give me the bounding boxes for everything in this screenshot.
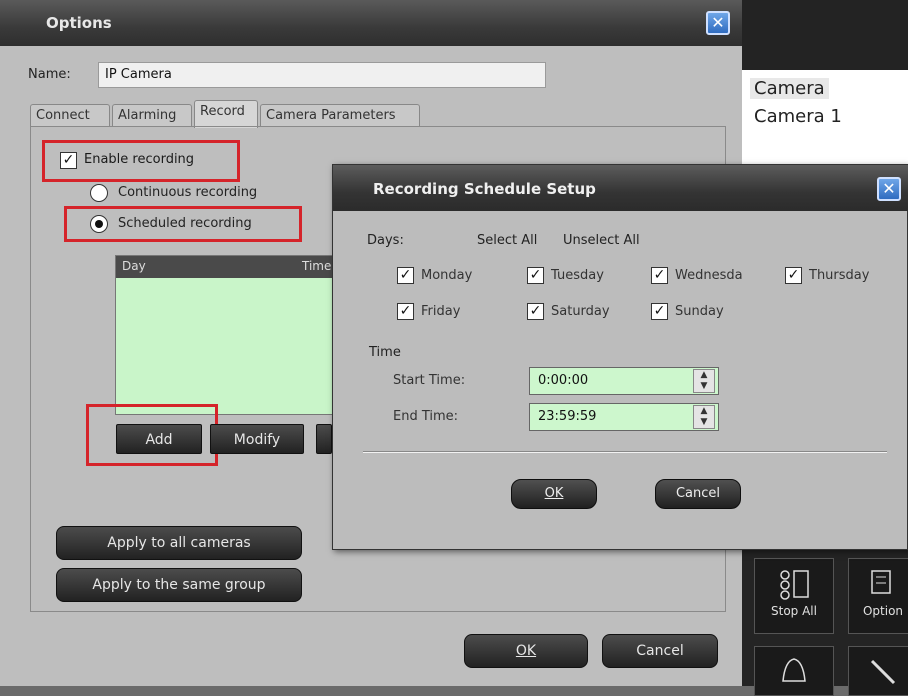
saturday-checkbox[interactable]: ✓ [527,303,544,320]
delete-button[interactable] [316,424,332,454]
wednesday-label: Wednesda [675,268,743,283]
tab-connect[interactable]: Connect [30,104,110,126]
saturday-label: Saturday [551,304,610,319]
end-time-label: End Time: [393,409,459,424]
apply-same-group-button[interactable]: Apply to the same group [56,568,302,602]
camera-list[interactable]: Camera Camera 1 [742,70,908,170]
name-label: Name: [28,67,71,82]
start-time-spinner[interactable]: ▲ ▼ [693,369,715,393]
col-time: Time [302,259,332,273]
col-day: Day [122,259,146,273]
tools-button[interactable] [848,646,908,696]
tab-record[interactable]: Record [194,100,258,128]
select-all-link[interactable]: Select All [477,233,537,248]
stop-all-button[interactable]: Stop All [754,558,834,634]
dialog-title-bar: Recording Schedule Setup ✕ [333,165,908,211]
end-time-field[interactable]: 23:59:59 [529,403,719,431]
camera-list-item[interactable]: Camera 1 [754,106,842,127]
continuous-recording-label: Continuous recording [118,185,258,200]
toolbar-panel: Stop All Option [742,546,908,696]
dialog-cancel-button[interactable]: Cancel [655,479,741,509]
friday-label: Friday [421,304,461,319]
options-ok-button[interactable]: OK [464,634,588,668]
dialog-title: Recording Schedule Setup [373,180,596,198]
stop-all-icon [780,570,809,600]
schedule-list-header: Day Time [116,256,344,278]
unselect-all-link[interactable]: Unselect All [563,233,640,248]
monday-checkbox[interactable]: ✓ [397,267,414,284]
alarm-button[interactable] [754,646,834,696]
end-time-spinner[interactable]: ▲ ▼ [693,405,715,429]
monday-label: Monday [421,268,473,283]
tuesday-checkbox[interactable]: ✓ [527,267,544,284]
enable-recording-label: Enable recording [84,152,195,167]
continuous-recording-radio[interactable] [90,184,108,202]
scheduled-recording-radio[interactable] [90,215,108,233]
time-label: Time [369,345,401,360]
thursday-checkbox[interactable]: ✓ [785,267,802,284]
dialog-close-icon[interactable]: ✕ [877,177,901,201]
tab-camera-parameters[interactable]: Camera Parameters [260,104,420,126]
modify-button[interactable]: Modify [210,424,304,454]
dialog-ok-button[interactable]: OK [511,479,597,509]
wrench-icon [870,659,896,685]
start-time-label: Start Time: [393,373,466,388]
enable-recording-checkbox[interactable]: ✓ [60,152,77,169]
options-cancel-button[interactable]: Cancel [602,634,718,668]
friday-checkbox[interactable]: ✓ [397,303,414,320]
days-label: Days: [367,233,404,248]
add-button[interactable]: Add [116,424,202,454]
apply-all-cameras-button[interactable]: Apply to all cameras [56,526,302,560]
right-top-panel [742,0,908,70]
wednesday-checkbox[interactable]: ✓ [651,267,668,284]
thursday-label: Thursday [809,268,870,283]
dialog-divider [363,451,887,453]
start-time-field[interactable]: 0:00:00 [529,367,719,395]
sunday-label: Sunday [675,304,724,319]
options-label: Option [862,604,904,618]
recording-schedule-dialog: Recording Schedule Setup ✕ Days: Select … [332,164,908,550]
camera-list-item[interactable]: Camera [750,78,829,99]
schedule-list[interactable]: Day Time [115,255,345,415]
options-toolbar-button[interactable]: Option [848,558,908,634]
bell-icon [782,658,806,682]
stop-all-label: Stop All [771,604,817,618]
options-title-bar: Options ✕ [0,0,742,46]
name-input[interactable]: IP Camera [98,62,546,88]
scheduled-recording-label: Scheduled recording [118,216,252,231]
tuesday-label: Tuesday [551,268,604,283]
options-close-icon[interactable]: ✕ [706,11,730,35]
sunday-checkbox[interactable]: ✓ [651,303,668,320]
options-icon [871,570,891,594]
tab-alarming[interactable]: Alarming [112,104,192,126]
options-title: Options [46,14,112,32]
